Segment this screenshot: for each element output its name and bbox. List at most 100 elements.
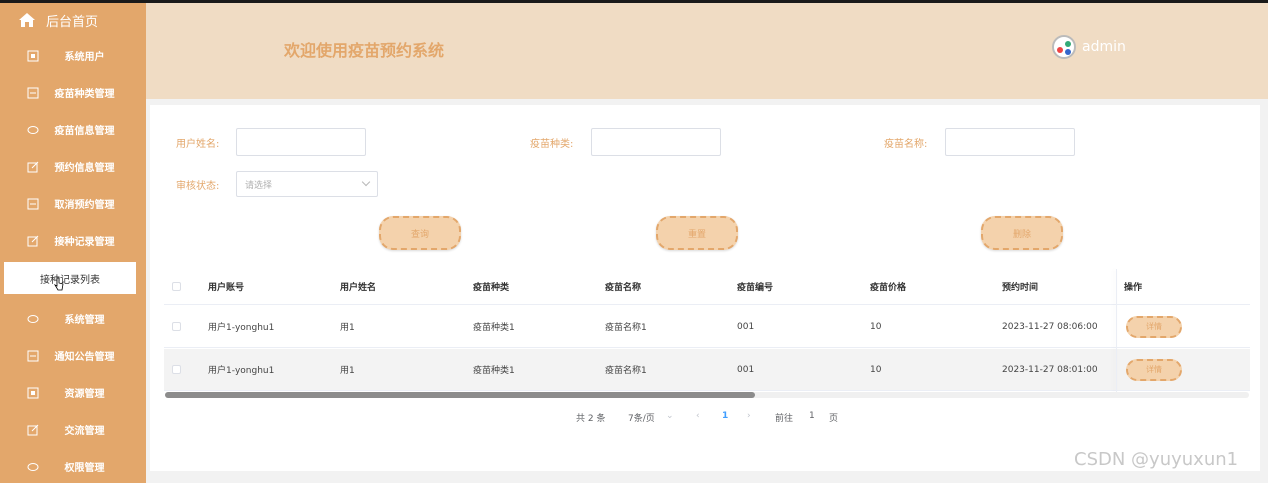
sidebar-home-label: 后台首页 bbox=[46, 14, 99, 30]
table-cell: 用1 bbox=[340, 323, 355, 333]
edit-icon bbox=[27, 161, 39, 172]
user-menu[interactable]: admin bbox=[1052, 35, 1126, 59]
sidebar-item-resources[interactable]: 资源管理 bbox=[0, 374, 146, 411]
page-number-current[interactable]: 1 bbox=[722, 411, 728, 421]
cloud-icon bbox=[27, 462, 39, 471]
prev-page-icon[interactable]: ‹ bbox=[696, 411, 700, 421]
user-name-input[interactable] bbox=[236, 128, 366, 156]
table-cell: 2023-11-27 08:06:00 bbox=[1002, 321, 1098, 332]
sidebar-item-label: 预约信息管理 bbox=[54, 163, 115, 174]
column-header[interactable]: 疫苗价格 bbox=[870, 269, 906, 304]
vaccine-name-input[interactable] bbox=[945, 128, 1075, 156]
column-header[interactable]: 用户姓名 bbox=[340, 269, 376, 304]
sidebar-item-label: 通知公告管理 bbox=[54, 352, 115, 363]
table-cell: 10 bbox=[870, 321, 882, 332]
row-checkbox[interactable] bbox=[172, 322, 181, 331]
table-cell: 用户1-yonghu1 bbox=[208, 323, 275, 333]
sidebar-item-communication[interactable]: 交流管理 bbox=[0, 411, 146, 448]
sidebar-item-permissions[interactable]: 权限管理 bbox=[0, 448, 146, 483]
square-icon bbox=[27, 198, 39, 209]
review-status-label: 审核状态: bbox=[176, 181, 220, 192]
main-content: 用户姓名: 疫苗种类: 疫苗名称: 审核状态: 请选择 查询 重置 删除 用户账… bbox=[146, 99, 1268, 483]
sidebar-item-vaccine-type[interactable]: 疫苗种类管理 bbox=[0, 74, 146, 111]
sidebar-item-appointment[interactable]: 预约信息管理 bbox=[0, 148, 146, 185]
sidebar-item-cancel-appointment[interactable]: 取消预约管理 bbox=[0, 185, 146, 222]
table-row[interactable]: 用户1-yonghu1 用1 疫苗种类1 疫苗名称1 001 10 2023-1… bbox=[164, 349, 1250, 391]
page-size-select[interactable]: 7条/页 bbox=[628, 411, 655, 424]
delete-button[interactable]: 删除 bbox=[981, 216, 1063, 250]
sidebar-subitem-records-list[interactable]: 接种记录列表 bbox=[4, 262, 136, 294]
table-cell: 疫苗种类1 bbox=[473, 323, 515, 333]
page-size-chevron-icon[interactable]: ⌄ bbox=[666, 411, 674, 421]
sidebar-item-notice[interactable]: 通知公告管理 bbox=[0, 337, 146, 374]
sidebar-item-label: 系统用户 bbox=[64, 52, 105, 63]
query-button[interactable]: 查询 bbox=[379, 216, 461, 250]
column-header[interactable]: 疫苗名称 bbox=[605, 269, 641, 304]
row-checkbox[interactable] bbox=[172, 365, 181, 374]
scrollbar-thumb[interactable] bbox=[165, 392, 755, 398]
avatar bbox=[1052, 35, 1076, 59]
sidebar-item-system-users[interactable]: 系统用户 bbox=[0, 37, 146, 74]
column-header[interactable]: 用户账号 bbox=[208, 269, 244, 304]
horizontal-scrollbar[interactable] bbox=[165, 392, 1249, 398]
chevron-down-icon bbox=[361, 177, 371, 187]
review-status-select[interactable]: 请选择 bbox=[236, 171, 378, 197]
sidebar-item-label: 系统管理 bbox=[64, 315, 105, 326]
content-panel: 用户姓名: 疫苗种类: 疫苗名称: 审核状态: 请选择 查询 重置 删除 用户账… bbox=[150, 105, 1260, 471]
sidebar: 后台首页 系统用户 疫苗种类管理 疫苗信息管理 预约信息管理 取消预约管理 接种… bbox=[0, 3, 146, 483]
goto-page-input[interactable]: 1 bbox=[809, 411, 815, 421]
vaccine-type-input[interactable] bbox=[591, 128, 721, 156]
sidebar-item-label: 权限管理 bbox=[64, 463, 105, 474]
goto-label: 前往 bbox=[775, 414, 794, 424]
square-icon bbox=[27, 387, 39, 398]
square-icon bbox=[27, 350, 39, 361]
square-icon bbox=[27, 87, 39, 98]
home-icon bbox=[19, 13, 35, 27]
watermark: CSDN @yuyuxun1 bbox=[1074, 449, 1239, 470]
column-header[interactable]: 预约时间 bbox=[1002, 269, 1038, 304]
table-cell: 疫苗种类1 bbox=[473, 366, 515, 376]
cloud-icon bbox=[27, 314, 39, 323]
sidebar-item-vaccine-info[interactable]: 疫苗信息管理 bbox=[0, 111, 146, 148]
sidebar-item-label: 疫苗种类管理 bbox=[54, 89, 115, 100]
cloud-icon bbox=[27, 125, 39, 134]
sidebar-item-label: 交流管理 bbox=[64, 426, 105, 437]
table-cell: 10 bbox=[870, 364, 882, 375]
vaccine-type-label: 疫苗种类: bbox=[530, 139, 574, 150]
table-cell: 用1 bbox=[340, 366, 355, 376]
pagination-total: 共 2 条 bbox=[576, 414, 606, 424]
table-cell: 疫苗名称1 bbox=[605, 323, 647, 333]
review-status-placeholder: 请选择 bbox=[245, 180, 273, 191]
reset-button[interactable]: 重置 bbox=[656, 216, 738, 250]
table-row[interactable]: 用户1-yonghu1 用1 疫苗种类1 疫苗名称1 001 10 2023-1… bbox=[164, 306, 1250, 348]
page-title: 欢迎使用疫苗预约系统 bbox=[284, 41, 445, 60]
table-cell: 2023-11-27 08:01:00 bbox=[1002, 364, 1098, 375]
page-suffix: 页 bbox=[829, 414, 839, 424]
detail-button[interactable]: 详情 bbox=[1126, 315, 1182, 338]
column-header[interactable]: 疫苗编号 bbox=[737, 269, 773, 304]
square-icon bbox=[27, 50, 39, 61]
sidebar-home[interactable]: 后台首页 bbox=[0, 3, 146, 37]
sidebar-item-vaccination-records[interactable]: 接种记录管理 bbox=[0, 222, 146, 259]
table-cell: 疫苗名称1 bbox=[605, 366, 647, 376]
select-all-checkbox[interactable] bbox=[172, 282, 181, 291]
sidebar-item-system-management[interactable]: 系统管理 bbox=[0, 300, 146, 337]
column-header[interactable]: 疫苗种类 bbox=[473, 269, 509, 304]
table-cell: 用户1-yonghu1 bbox=[208, 366, 275, 376]
fixed-column-divider bbox=[1116, 269, 1117, 397]
top-header: 欢迎使用疫苗预约系统 admin bbox=[146, 3, 1268, 99]
detail-button[interactable]: 详情 bbox=[1126, 358, 1182, 381]
column-header: 操作 bbox=[1124, 283, 1143, 293]
next-page-icon[interactable]: › bbox=[747, 411, 751, 421]
vaccine-name-label: 疫苗名称: bbox=[884, 139, 928, 150]
mouse-cursor-icon bbox=[54, 277, 64, 291]
edit-icon bbox=[27, 235, 39, 246]
sidebar-subitem-label: 接种记录列表 bbox=[40, 274, 100, 286]
user-name-label: 用户姓名: bbox=[176, 139, 220, 150]
sidebar-item-label: 接种记录管理 bbox=[54, 237, 115, 248]
table-header-row: 用户账号 用户姓名 疫苗种类 疫苗名称 疫苗编号 疫苗价格 预约时间 操作 bbox=[164, 269, 1250, 305]
table-cell: 001 bbox=[737, 364, 755, 375]
username: admin bbox=[1082, 39, 1126, 55]
sidebar-item-label: 疫苗信息管理 bbox=[54, 126, 115, 137]
edit-icon bbox=[27, 424, 39, 435]
